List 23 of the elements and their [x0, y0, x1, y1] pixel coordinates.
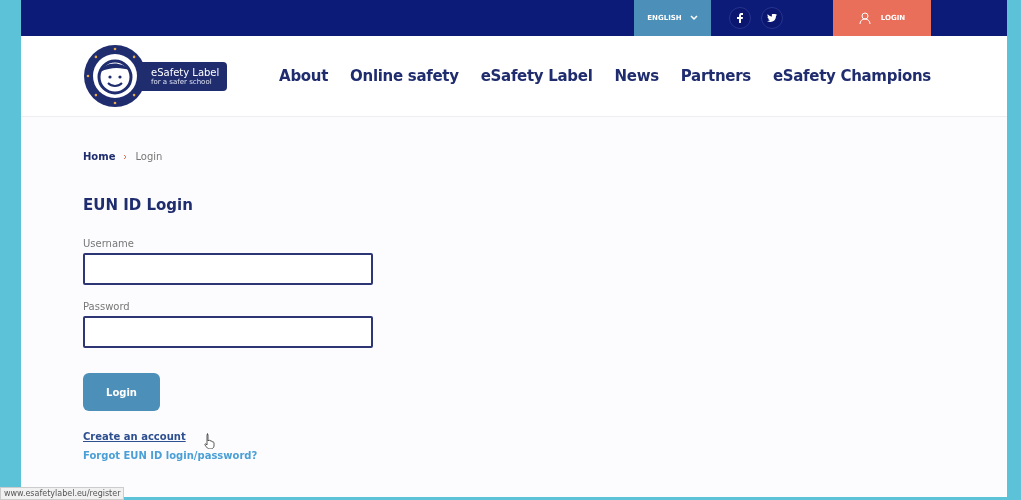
status-bar: www.esafetylabel.eu/register: [0, 487, 125, 500]
logo-title: eSafety Label: [151, 66, 220, 78]
text-link[interactable]: Create an account: [83, 431, 186, 442]
facebook-icon[interactable]: [729, 7, 751, 29]
input-field[interactable]: [83, 253, 373, 285]
chevron-right-icon: [123, 153, 128, 160]
breadcrumb-link[interactable]: Home: [83, 151, 116, 162]
nav-link[interactable]: Partners: [680, 67, 751, 85]
nav-link[interactable]: About: [279, 67, 329, 85]
field-label: Username: [83, 238, 134, 249]
hand-pointer-icon: [204, 433, 216, 449]
form-title: EUN ID Login: [83, 196, 193, 214]
nav-link[interactable]: Online safety: [350, 67, 459, 85]
nav-link[interactable]: eSafety Champions: [772, 67, 931, 85]
twitter-icon[interactable]: [761, 7, 783, 29]
field-label: Password: [83, 301, 130, 312]
chevron-down-icon: [689, 15, 698, 21]
user-icon: [858, 12, 871, 24]
nav-link[interactable]: eSafety Label: [480, 67, 593, 85]
nav-link[interactable]: News: [614, 67, 659, 85]
submit-button[interactable]: Login: [83, 373, 160, 411]
breadcrumb-current: Login: [135, 151, 163, 162]
input-field[interactable]: [83, 316, 373, 348]
